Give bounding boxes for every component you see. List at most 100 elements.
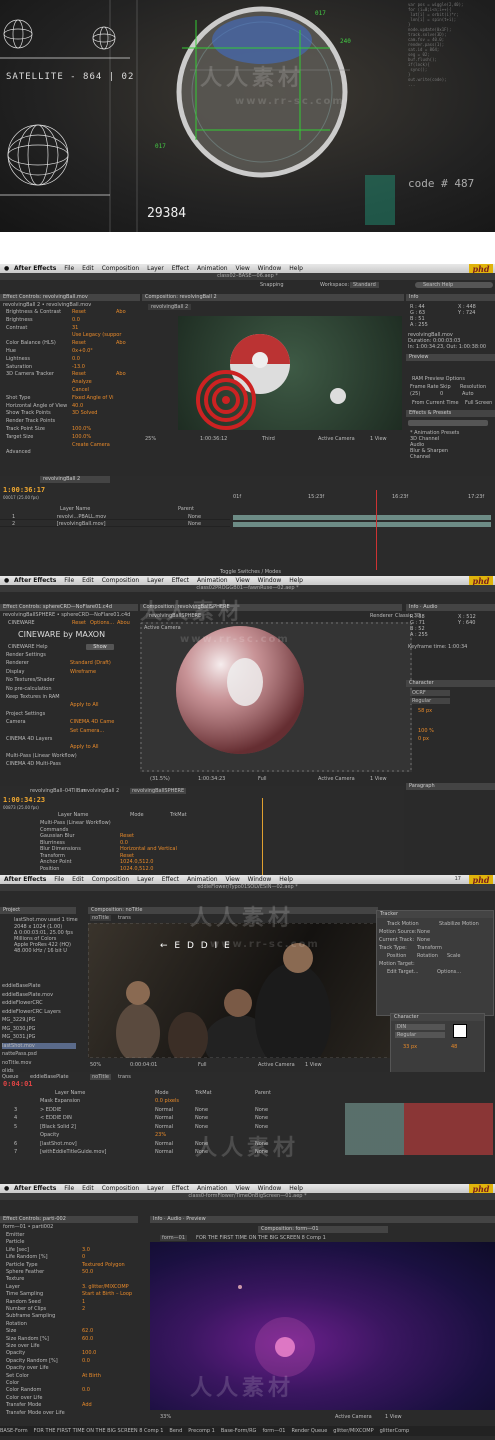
comp-camera[interactable]: Active Camera bbox=[318, 436, 355, 442]
comp-views[interactable]: 1 View bbox=[385, 1414, 402, 1420]
menu-edit[interactable]: Edit bbox=[82, 1185, 94, 1192]
property-value[interactable]: 62.0 bbox=[82, 1328, 93, 1334]
layer-mode[interactable]: Normal bbox=[155, 1149, 173, 1155]
property-value[interactable]: 1 bbox=[82, 1299, 85, 1305]
project-file[interactable]: lastShot.mov bbox=[2, 1042, 76, 1049]
timeline-tab[interactable]: form—01 bbox=[262, 1426, 285, 1436]
character-tab[interactable]: Character bbox=[391, 1014, 484, 1021]
property-value[interactable]: At Birth bbox=[82, 1373, 101, 1379]
timeline-tab[interactable]: eddieBasePlate bbox=[30, 1074, 69, 1080]
menu-help[interactable]: Help bbox=[289, 265, 303, 272]
timeline-tab[interactable]: Bend bbox=[169, 1426, 182, 1436]
property-value[interactable]: 0.0 bbox=[120, 840, 128, 846]
menu-composition[interactable]: Composition bbox=[102, 1185, 139, 1192]
layer-bar[interactable] bbox=[233, 522, 491, 527]
layer-trkmat[interactable]: None bbox=[195, 1107, 208, 1113]
menu-app[interactable]: After Effects bbox=[14, 577, 56, 584]
track-type[interactable]: Transform bbox=[417, 945, 442, 951]
playhead[interactable] bbox=[262, 798, 263, 875]
project-file[interactable]: MG_3031.JPG bbox=[2, 1034, 35, 1040]
property-value[interactable]: Reset bbox=[120, 833, 134, 839]
comp-camera[interactable]: Active Camera bbox=[335, 1414, 372, 1420]
font-style-select[interactable]: Regular bbox=[410, 698, 450, 704]
menu-animation[interactable]: Animation bbox=[197, 1185, 228, 1192]
layer-parent[interactable]: None bbox=[255, 1115, 268, 1121]
info-tab[interactable]: Info bbox=[153, 1216, 162, 1222]
presets-search[interactable] bbox=[408, 420, 488, 426]
layer-mode[interactable]: Normal bbox=[155, 1115, 173, 1121]
comp-camera[interactable]: Active Camera bbox=[318, 776, 355, 782]
timeline-tab[interactable]: BASE-Form bbox=[0, 1426, 28, 1436]
apple-icon[interactable]: ● bbox=[4, 264, 9, 273]
menu-help[interactable]: Help bbox=[289, 577, 303, 584]
layer-name[interactable]: < EDDIE DIN bbox=[40, 1115, 72, 1121]
property-value[interactable]: Standard (Draft) bbox=[70, 660, 111, 666]
track-motion[interactable]: Track Motion bbox=[387, 921, 419, 927]
skip-value[interactable]: 0 bbox=[440, 391, 443, 397]
project-file[interactable]: nattePass.psd bbox=[2, 1051, 37, 1057]
property-value[interactable]: Fixed Angle of Vi bbox=[72, 395, 113, 401]
menu-animation[interactable]: Animation bbox=[197, 265, 228, 272]
menu-view[interactable]: View bbox=[235, 577, 249, 584]
effect-controls-tab[interactable]: Effect Controls: sphereCRD—NoFlare01.c4d bbox=[0, 604, 138, 611]
menu-help[interactable]: Help bbox=[289, 1185, 303, 1192]
menu-effect[interactable]: Effect bbox=[162, 876, 179, 883]
property-value[interactable]: 3D Solved bbox=[72, 410, 97, 416]
snapping-label[interactable]: Snapping bbox=[260, 282, 284, 288]
property-value[interactable]: Cancel bbox=[72, 387, 89, 393]
property-value[interactable]: CINEMA 4D Came bbox=[70, 719, 114, 725]
menu-window[interactable]: Window bbox=[258, 1185, 282, 1192]
comp-zoom[interactable]: 25% bbox=[145, 436, 156, 442]
menu-app[interactable]: After Effects bbox=[14, 265, 56, 272]
info-tab[interactable]: Info bbox=[406, 294, 495, 301]
property-value[interactable]: Reset bbox=[72, 371, 86, 377]
property-value[interactable]: Set Camera... bbox=[70, 728, 104, 734]
layer-parent[interactable]: None bbox=[255, 1124, 268, 1130]
scale-check[interactable]: Scale bbox=[447, 953, 460, 959]
property-value[interactable]: 60.0 bbox=[82, 1336, 93, 1342]
project-file[interactable]: MG_3030.JPG bbox=[2, 1026, 35, 1032]
apple-icon[interactable]: ● bbox=[4, 576, 9, 585]
layer-parent[interactable]: None bbox=[188, 514, 201, 519]
comp-resolution[interactable]: Third bbox=[262, 436, 275, 442]
project-tab[interactable]: Project bbox=[0, 907, 76, 914]
comp-subtab[interactable]: trans bbox=[118, 915, 131, 921]
menu-layer[interactable]: Layer bbox=[147, 577, 164, 584]
project-file[interactable]: eddieFlowerCRC Layers bbox=[2, 1009, 61, 1015]
property-value[interactable]: -13.0 bbox=[72, 364, 85, 370]
frame-rate-value[interactable]: (25) bbox=[410, 391, 420, 397]
motion-source[interactable]: None bbox=[417, 929, 430, 935]
toggle-modes[interactable]: Toggle Switches / Modes bbox=[220, 569, 281, 575]
comp-camera[interactable]: Active Camera bbox=[258, 1062, 295, 1068]
layer-bar[interactable] bbox=[233, 515, 491, 520]
property-value[interactable]: Reset bbox=[120, 853, 134, 859]
info-tabs[interactable]: Info · Audio · Preview bbox=[150, 1216, 495, 1223]
layer-name[interactable]: Mask Expansion bbox=[40, 1098, 80, 1104]
tracking[interactable]: 100 % bbox=[418, 728, 434, 734]
menu-animation[interactable]: Animation bbox=[187, 876, 218, 883]
layer-name[interactable]: [withEddieTitleGuide.mov] bbox=[40, 1149, 106, 1155]
comp-views[interactable]: 1 View bbox=[370, 436, 387, 442]
layer-trkmat[interactable]: None bbox=[195, 1115, 208, 1121]
timeline-timecode[interactable]: 1:00:34:23 bbox=[3, 796, 45, 804]
timeline-tab[interactable]: revolvingBallSPHERE bbox=[130, 788, 187, 794]
position-check[interactable]: Position bbox=[387, 953, 406, 959]
property-value[interactable]: Apply to All bbox=[70, 744, 99, 750]
layer-mode[interactable]: 0.0 pixels bbox=[155, 1098, 179, 1104]
fill-color[interactable] bbox=[453, 1024, 467, 1038]
timeline-tab[interactable]: revolvingBall 2 bbox=[40, 476, 110, 483]
project-file[interactable]: eddieFlowerCRC bbox=[2, 1000, 43, 1006]
property-value[interactable]: 0 bbox=[82, 1254, 85, 1260]
layer-name[interactable]: [revolvingBall.mov] bbox=[57, 521, 106, 526]
timeline-tab[interactable]: Base-Form/RG bbox=[221, 1426, 257, 1436]
comp-subtab[interactable]: revolvingBall 2 bbox=[148, 304, 192, 310]
comp-time[interactable]: 0:00:04:01 bbox=[130, 1062, 157, 1068]
current-track[interactable]: None bbox=[417, 937, 430, 943]
menu-window[interactable]: Window bbox=[258, 265, 282, 272]
comp-viewer[interactable] bbox=[178, 316, 402, 430]
menu-layer[interactable]: Layer bbox=[147, 265, 164, 272]
preview-tab[interactable]: Preview bbox=[406, 354, 495, 361]
menu-composition[interactable]: Composition bbox=[92, 876, 129, 883]
layer-parent[interactable]: None bbox=[255, 1107, 268, 1113]
menu-window[interactable]: Window bbox=[248, 876, 272, 883]
